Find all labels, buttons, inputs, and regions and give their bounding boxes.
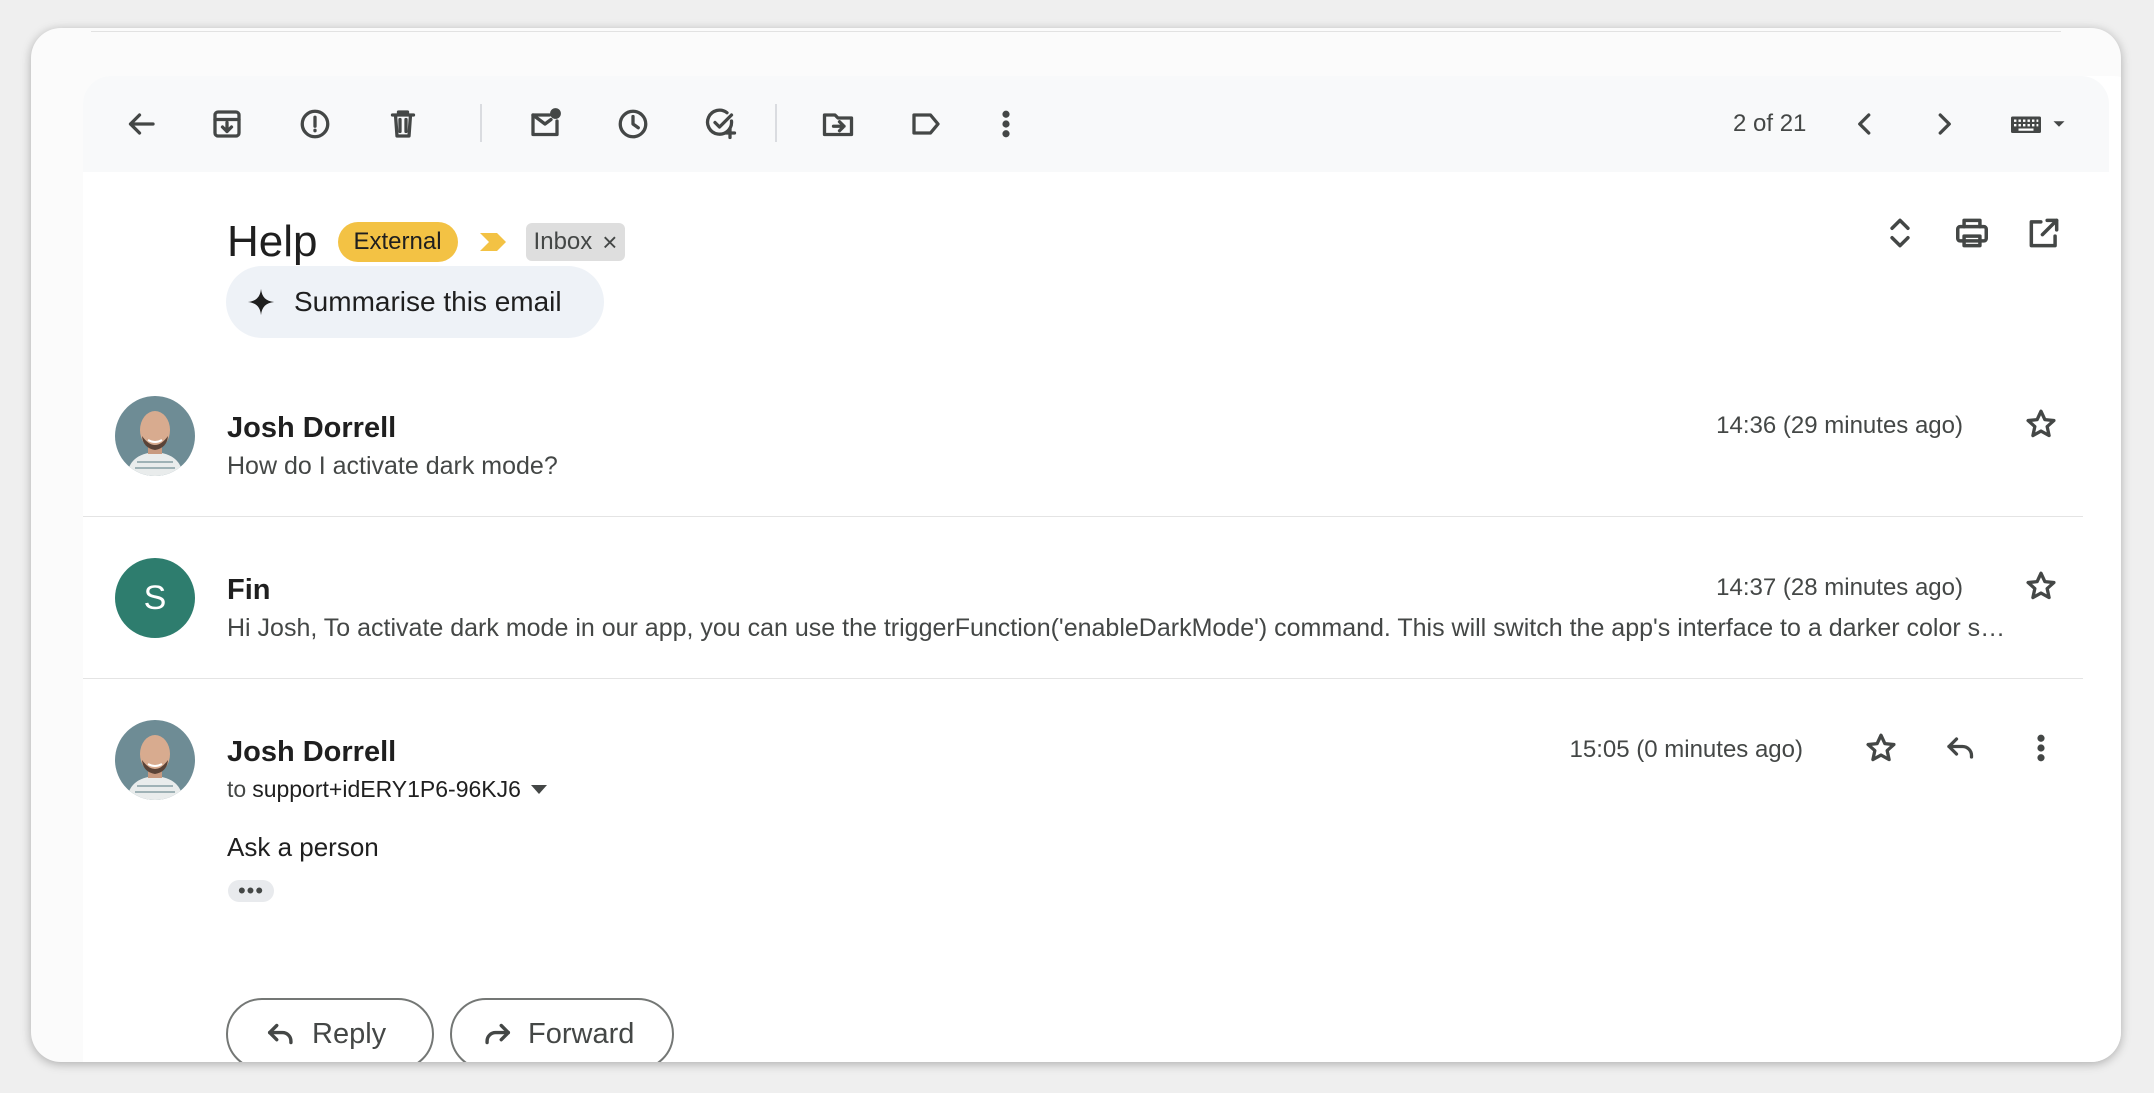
reply-button[interactable]: Reply	[226, 998, 434, 1062]
keyboard-icon	[2011, 116, 2041, 133]
toolbar-separator	[480, 104, 482, 142]
star-icon[interactable]	[2023, 568, 2059, 609]
message-snippet: How do I activate dark mode?	[227, 452, 558, 480]
chevron-down-icon	[2053, 121, 2065, 127]
remove-label-icon[interactable]: ×	[602, 226, 617, 258]
avatar[interactable]	[115, 396, 195, 476]
more-vert-icon[interactable]	[2023, 730, 2059, 771]
mail-window: 2 of 21 Help External Inbox × Summarise …	[31, 28, 2121, 1062]
expand-all-icon[interactable]	[1881, 214, 1919, 257]
back-arrow-icon[interactable]	[117, 100, 165, 148]
chevron-down-icon[interactable]	[530, 785, 547, 794]
message-body: Ask a person	[227, 832, 379, 862]
report-spam-icon[interactable]	[291, 100, 339, 148]
input-tools-button[interactable]	[1999, 100, 2079, 148]
message-timestamp: 14:36 (29 minutes ago)	[1716, 412, 1963, 439]
forward-button[interactable]: Forward	[450, 998, 674, 1062]
message-divider	[83, 516, 2083, 517]
to-prefix: to	[227, 776, 247, 802]
message-expanded: Josh Dorrell to support+idERY1P6-96KJ6 A…	[83, 720, 2073, 980]
top-divider	[91, 28, 2061, 32]
avatar[interactable]	[115, 720, 195, 800]
inbox-label-text: Inbox	[533, 228, 593, 255]
message-collapsed[interactable]: Josh Dorrell How do I activate dark mode…	[83, 396, 2073, 506]
mark-unread-icon[interactable]	[521, 100, 569, 148]
toolbar-separator	[775, 104, 777, 142]
snooze-icon[interactable]	[609, 100, 657, 148]
recipients-line[interactable]: to support+idERY1P6-96KJ6	[227, 776, 547, 803]
inbox-label-chip: Inbox ×	[525, 223, 626, 261]
chevron-left-icon[interactable]	[1841, 100, 1889, 148]
thread-subject: Help	[227, 217, 318, 266]
importance-marker-icon[interactable]	[478, 230, 508, 254]
avatar[interactable]: S	[115, 558, 195, 638]
reply-label: Reply	[312, 1017, 387, 1050]
forward-label: Forward	[528, 1017, 635, 1050]
message-timestamp: 15:05 (0 minutes ago)	[1569, 736, 1803, 763]
show-trimmed-content-button[interactable]: •••	[228, 880, 274, 902]
reply-icon	[267, 1023, 293, 1045]
archive-icon[interactable]	[203, 100, 251, 148]
sender-name: Fin	[227, 574, 271, 606]
move-to-icon[interactable]	[814, 100, 862, 148]
reply-icon[interactable]	[1943, 730, 1979, 771]
add-to-tasks-icon[interactable]	[697, 100, 745, 148]
message-collapsed[interactable]: S Fin Hi Josh, To activate dark mode in …	[83, 558, 2073, 668]
print-icon[interactable]	[1953, 214, 1991, 257]
subject-row: Help External Inbox ×	[227, 212, 626, 272]
recipient-address: support+idERY1P6-96KJ6	[252, 776, 521, 802]
toolbar: 2 of 21	[83, 76, 2109, 172]
message-divider	[83, 678, 2083, 679]
delete-icon[interactable]	[379, 100, 427, 148]
external-label-chip[interactable]: External	[337, 222, 458, 262]
summarise-email-button[interactable]: Summarise this email	[226, 266, 604, 338]
sender-name: Josh Dorrell	[227, 412, 397, 444]
pagination-label: 2 of 21	[1733, 110, 1807, 137]
open-in-new-window-icon[interactable]	[2025, 214, 2063, 257]
sender-name: Josh Dorrell	[227, 736, 397, 768]
star-icon[interactable]	[1863, 730, 1899, 771]
message-timestamp: 14:37 (28 minutes ago)	[1716, 574, 1963, 601]
conversation-panel: 2 of 21 Help External Inbox × Summarise …	[83, 76, 2121, 1062]
forward-icon	[485, 1023, 511, 1045]
message-snippet: Hi Josh, To activate dark mode in our ap…	[227, 614, 2006, 642]
chevron-right-icon[interactable]	[1920, 100, 1968, 148]
sparkle-icon	[247, 288, 275, 316]
label-icon[interactable]	[902, 100, 950, 148]
avatar-initial: S	[143, 578, 167, 617]
star-icon[interactable]	[2023, 406, 2059, 447]
summarise-label: Summarise this email	[294, 286, 562, 317]
more-vert-icon[interactable]	[982, 100, 1030, 148]
